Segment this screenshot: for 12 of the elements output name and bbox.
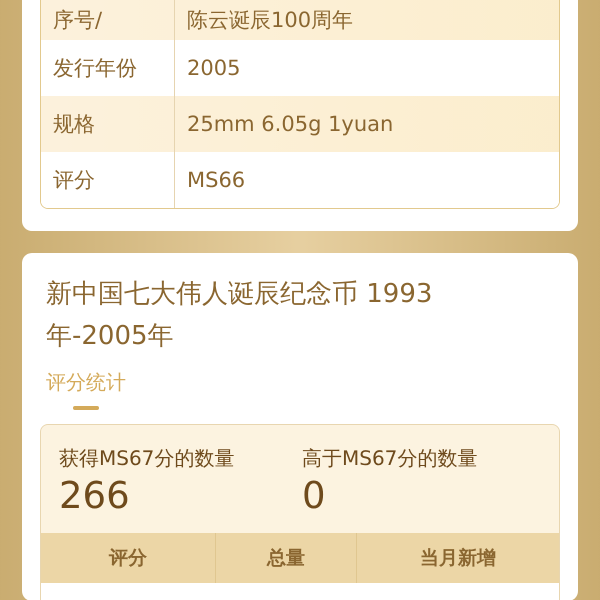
row-value: 2005 (186, 55, 242, 82)
tab[interactable]: 评分统计 (46, 369, 126, 410)
stat-label: 高于MS67分的数量 (302, 445, 478, 472)
stat-value: 0 (302, 474, 327, 517)
row-value: 25mm 6.05g 1yuan (186, 111, 394, 138)
row-label: 评分 (41, 152, 175, 208)
stat-value: 266 (59, 474, 131, 517)
row-value: 陈云诞辰100周年 (186, 7, 354, 34)
stat-label: 获得MS67分的数量 (59, 445, 236, 472)
column-header: 当月新增 (419, 546, 497, 571)
series-title: 新中国七大伟人诞辰纪念币 1993年-2005年 (46, 278, 434, 353)
row-value: MS66 (186, 167, 246, 194)
